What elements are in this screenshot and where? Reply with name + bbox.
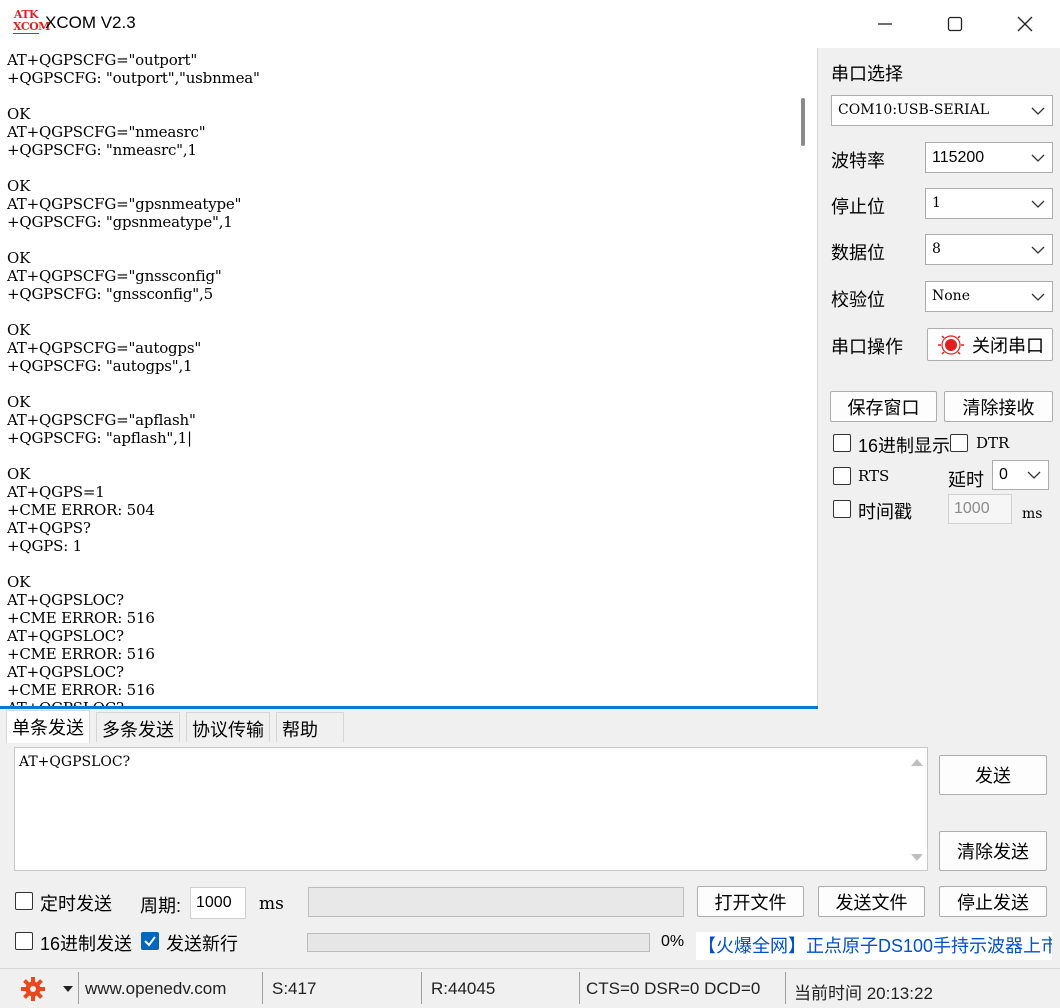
- scroll-up-icon[interactable]: [907, 752, 927, 772]
- rts-checkbox[interactable]: [833, 467, 851, 485]
- close-icon: [1017, 16, 1033, 32]
- send-input-text[interactable]: AT+QGPSLOC?: [19, 754, 130, 770]
- baud-label: 波特率: [831, 151, 885, 171]
- tab-protocol[interactable]: 协议传输: [186, 712, 270, 742]
- hex-send-checkbox[interactable]: [15, 932, 33, 950]
- app-logo-icon: ATK XCOM: [13, 9, 50, 37]
- status-separator: [421, 972, 422, 1004]
- send-newline-checkbox[interactable]: [141, 932, 159, 950]
- port-select[interactable]: COM10:USB-SERIAL: [831, 95, 1053, 126]
- port-operation-label: 串口操作: [831, 337, 903, 357]
- gear-icon[interactable]: [20, 976, 46, 1002]
- maximize-button[interactable]: [920, 0, 990, 48]
- rts-label: RTS: [858, 467, 890, 485]
- status-separator: [579, 972, 580, 1004]
- period-label: 周期:: [140, 896, 182, 916]
- delay-select[interactable]: 0: [992, 460, 1049, 490]
- status-separator: [785, 972, 786, 1004]
- maximize-icon: [947, 16, 963, 32]
- receive-text[interactable]: AT+QGPSCFG="outport" +QGPSCFG: "outport"…: [7, 51, 260, 708]
- parity-select[interactable]: None: [925, 281, 1053, 312]
- send-newline-label: 发送新行: [166, 934, 238, 954]
- period-unit: ms: [259, 894, 284, 914]
- receive-focus-line: [0, 706, 818, 709]
- received-count[interactable]: R:44045: [431, 979, 495, 999]
- send-file-button[interactable]: 发送文件: [818, 886, 925, 917]
- send-button[interactable]: 发送: [939, 755, 1047, 795]
- data-bits-value: 8: [932, 241, 941, 257]
- timestamp-unit: ms: [1022, 506, 1043, 522]
- window-title: XCOM V2.3: [45, 13, 136, 32]
- ad-link[interactable]: 【火爆全网】正点原子DS100手持示波器上市: [696, 932, 1052, 960]
- close-port-label: 关闭串口: [972, 335, 1044, 356]
- send-progress-text: 0%: [661, 933, 685, 950]
- port-select-label: 串口选择: [831, 64, 903, 84]
- parity-label: 校验位: [831, 290, 885, 310]
- clear-send-button[interactable]: 清除发送: [939, 831, 1047, 871]
- status-separator: [262, 972, 263, 1004]
- port-select-value: COM10:USB-SERIAL: [838, 102, 990, 118]
- hex-display-checkbox[interactable]: [833, 434, 851, 452]
- send-progress-bar: [307, 933, 650, 952]
- receive-scroll-thumb[interactable]: [801, 98, 805, 146]
- logo-bottom-text: XCOM: [13, 20, 50, 34]
- sent-count[interactable]: S:417: [272, 979, 316, 999]
- close-port-button[interactable]: 关闭串口: [927, 328, 1053, 361]
- timed-send-label: 定时发送: [40, 894, 112, 914]
- line-status: CTS=0 DSR=0 DCD=0: [586, 979, 761, 998]
- save-window-button[interactable]: 保存窗口: [830, 391, 937, 422]
- chevron-down-icon: [1026, 461, 1042, 489]
- timed-send-checkbox[interactable]: [15, 892, 33, 910]
- period-input[interactable]: 1000: [190, 887, 246, 919]
- stop-send-button[interactable]: 停止发送: [939, 886, 1047, 917]
- clear-receive-button[interactable]: 清除接收: [944, 391, 1053, 422]
- open-file-button[interactable]: 打开文件: [697, 886, 804, 917]
- stop-bits-select[interactable]: 1: [925, 188, 1053, 219]
- send-input[interactable]: AT+QGPSLOC?: [14, 747, 928, 871]
- dtr-label: DTR: [976, 434, 1010, 452]
- tab-single-send[interactable]: 单条发送: [6, 710, 90, 743]
- website-link[interactable]: www.openedv.com: [85, 979, 226, 999]
- checkmark-icon: [144, 936, 156, 947]
- baud-value: 115200: [932, 149, 985, 166]
- data-bits-select[interactable]: 8: [925, 234, 1053, 265]
- send-scrollbar[interactable]: [907, 748, 927, 870]
- close-button[interactable]: [990, 0, 1060, 48]
- delay-value: 0: [999, 466, 1008, 483]
- receive-area[interactable]: AT+QGPSCFG="outport" +QGPSCFG: "outport"…: [0, 48, 818, 708]
- caret-down-icon[interactable]: [62, 984, 74, 994]
- baud-select[interactable]: 115200: [925, 142, 1053, 173]
- hex-display-label: 16进制显示: [858, 436, 951, 456]
- port-status-indicator-icon: [938, 334, 964, 355]
- delay-label: 延时: [948, 470, 984, 490]
- tab-multi-send[interactable]: 多条发送: [96, 712, 180, 742]
- minimize-button[interactable]: [850, 0, 920, 48]
- chevron-down-icon: [1030, 96, 1046, 125]
- current-time: 当前时间 20:13:22: [794, 984, 933, 1003]
- tab-help[interactable]: 帮助: [276, 712, 344, 742]
- timestamp-input[interactable]: 1000: [948, 494, 1012, 524]
- chevron-down-icon: [1030, 143, 1046, 172]
- timestamp-label: 时间戳: [858, 502, 912, 522]
- status-separator: [78, 972, 79, 1004]
- data-bits-label: 数据位: [831, 243, 885, 263]
- minimize-icon: [878, 23, 892, 25]
- stop-bits-value: 1: [932, 195, 941, 211]
- file-path-field: [308, 887, 684, 917]
- timestamp-checkbox[interactable]: [833, 500, 851, 518]
- parity-value: None: [932, 288, 970, 304]
- chevron-down-icon: [1030, 282, 1046, 311]
- dtr-checkbox[interactable]: [950, 434, 968, 452]
- chevron-down-icon: [1030, 189, 1046, 218]
- receive-scrollbar[interactable]: [790, 48, 817, 708]
- hex-send-label: 16进制发送: [40, 934, 133, 954]
- stop-bits-label: 停止位: [831, 197, 885, 217]
- chevron-down-icon: [1030, 235, 1046, 264]
- title-bar: ATK XCOM XCOM V2.3: [0, 0, 1060, 48]
- scroll-down-icon[interactable]: [907, 848, 927, 868]
